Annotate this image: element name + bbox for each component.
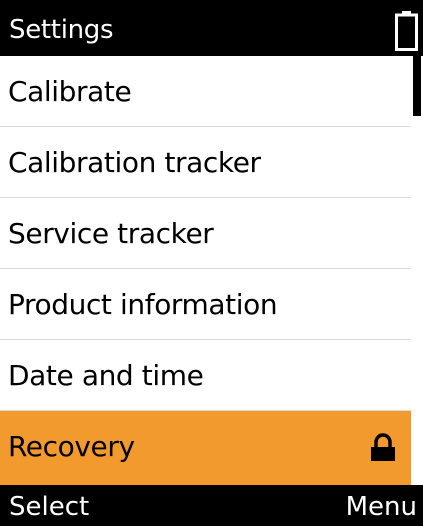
- softkey-bar: Select Menu: [0, 485, 423, 526]
- menu-item-label: Service tracker: [8, 217, 214, 250]
- title-bar: Settings: [0, 0, 423, 56]
- menu-item-recovery[interactable]: Recovery: [0, 411, 411, 485]
- menu-item-label: Calibration tracker: [8, 146, 261, 179]
- select-softkey[interactable]: Select: [9, 491, 89, 523]
- menu-item-product-information[interactable]: Product information: [0, 269, 411, 340]
- menu-item-label: Calibrate: [8, 75, 132, 108]
- menu-item-label: Date and time: [8, 359, 204, 392]
- lock-icon: [368, 433, 398, 463]
- menu-item-label: Product information: [8, 288, 278, 321]
- menu-softkey[interactable]: Menu: [346, 491, 417, 523]
- battery-icon: [395, 11, 418, 51]
- menu-item-service-tracker[interactable]: Service tracker: [0, 198, 411, 269]
- menu-item-calibrate[interactable]: Calibrate: [0, 56, 411, 127]
- settings-menu-list: Calibrate Calibration tracker Service tr…: [0, 56, 411, 485]
- menu-item-calibration-tracker[interactable]: Calibration tracker: [0, 127, 411, 198]
- device-screen: Settings Calibrate Calibration tracker S…: [0, 0, 423, 526]
- menu-item-date-and-time[interactable]: Date and time: [0, 340, 411, 411]
- page-title: Settings: [9, 15, 114, 45]
- scrollbar-track[interactable]: [411, 56, 423, 485]
- menu-item-label: Recovery: [8, 430, 135, 463]
- scrollbar-thumb[interactable]: [413, 56, 421, 116]
